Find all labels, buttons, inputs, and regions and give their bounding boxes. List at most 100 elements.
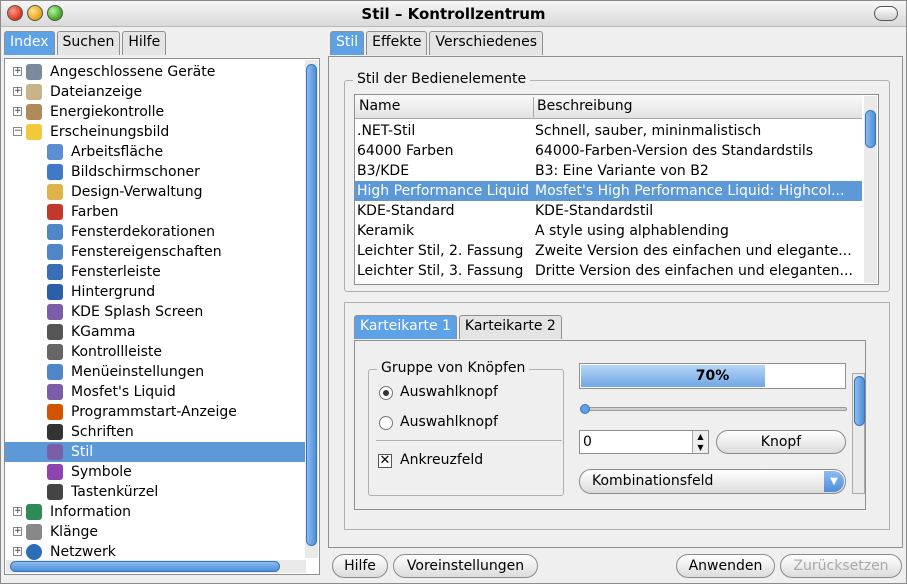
expand-icon[interactable]: + xyxy=(13,547,22,556)
preview-scroll-thumb[interactable] xyxy=(854,376,865,426)
style-description-cell: Schnell, sauber, mininmalistisch xyxy=(535,123,762,139)
knopf-button[interactable]: Knopf xyxy=(716,430,846,454)
tree-item-label: Fensterleiste xyxy=(71,264,161,280)
tree-item[interactable]: Mosfet's Liquid xyxy=(5,382,305,402)
tab-verschiedenes[interactable]: Verschiedenes xyxy=(429,31,543,55)
preview-tab-1[interactable]: Karteikarte 1 xyxy=(354,315,457,339)
tree-hscroll-thumb[interactable] xyxy=(10,561,280,572)
spin-up-icon[interactable]: ▲ xyxy=(693,431,708,442)
combo-box[interactable]: Kombinationsfeld ▼ xyxy=(579,469,846,494)
tree-item[interactable]: + Dateianzeige xyxy=(5,82,305,102)
preview-scrollbar[interactable] xyxy=(852,373,865,494)
preview-tabbar: Karteikarte 1 Karteikarte 2 xyxy=(354,315,562,339)
help-button-label: Hilfe xyxy=(344,558,376,574)
tab-stil[interactable]: Stil xyxy=(330,31,365,55)
column-header-name[interactable]: Name xyxy=(359,98,400,114)
slider-track[interactable] xyxy=(580,404,847,414)
reset-button[interactable]: Zurücksetzen xyxy=(780,554,902,578)
taskbar-gear-icon xyxy=(47,264,63,280)
checkbox[interactable]: ✕ xyxy=(378,454,392,468)
tree-item[interactable]: Schriften xyxy=(5,422,305,442)
style-name-cell: Leichter Stil, 2. Fassung xyxy=(357,243,524,259)
expand-icon[interactable]: + xyxy=(13,87,22,96)
tree-item[interactable]: Arbeitsfläche xyxy=(5,142,305,162)
right-tabbar: Stil Effekte Verschiedenes xyxy=(330,31,543,55)
style-list-row[interactable]: B3/KDE B3: Eine Variante von B2 xyxy=(355,161,862,181)
tree-item-label: Fensterdekorationen xyxy=(71,224,215,240)
expand-icon[interactable]: + xyxy=(13,507,22,516)
style-list-row[interactable]: Leichter Stil, 2. Fassung Zweite Version … xyxy=(355,241,862,261)
column-header-description[interactable]: Beschreibung xyxy=(537,98,633,114)
expand-icon[interactable]: + xyxy=(13,107,22,116)
tree-item-label: Information xyxy=(50,504,132,520)
tree-item[interactable]: Fenstereigenschaften xyxy=(5,242,305,262)
tree-item[interactable]: Fensterdekorationen xyxy=(5,222,305,242)
tree-item-label: Bildschirmschoner xyxy=(71,164,200,180)
spin-box-value[interactable]: 0 xyxy=(583,434,592,450)
module-tree[interactable]: + Angeschlossene Geräte + Dateianzeige + Ener… xyxy=(4,58,320,575)
style-name-cell: KDE-Standard xyxy=(357,203,455,219)
tree-item-label: Dateianzeige xyxy=(50,84,143,100)
tree-item[interactable]: − Erscheinungsbild xyxy=(5,122,305,142)
style-list-row[interactable]: Leichter Stil, 3. Fassung Dritte Version … xyxy=(355,261,862,281)
tree-item[interactable]: Bildschirmschoner xyxy=(5,162,305,182)
radio-button-1[interactable] xyxy=(379,386,393,400)
tree-item[interactable]: + Netzwerk xyxy=(5,542,305,562)
tree-item[interactable]: KGamma xyxy=(5,322,305,342)
tree-vscroll-thumb[interactable] xyxy=(306,64,317,546)
style-icon xyxy=(47,444,63,460)
tree-item[interactable]: Hintergrund xyxy=(5,282,305,302)
tree-item[interactable]: + Angeschlossene Geräte xyxy=(5,62,305,82)
style-list-row[interactable]: .NET-Stil Schnell, sauber, mininmalistisc… xyxy=(355,121,862,141)
style-list-row[interactable]: Keramik A style using alphablending xyxy=(355,221,862,241)
apply-button[interactable]: Anwenden xyxy=(676,554,775,578)
toolbar-toggle-button[interactable] xyxy=(874,6,898,21)
tree-vertical-scrollbar[interactable] xyxy=(305,60,318,558)
tree-item-label: Tastenkürzel xyxy=(71,484,159,500)
tree-item[interactable]: Symbole xyxy=(5,462,305,482)
collapse-icon[interactable]: − xyxy=(13,127,22,136)
screensaver-icon xyxy=(47,164,63,180)
tree-item-label: Stil xyxy=(71,444,94,460)
title-bar[interactable]: Stil – Kontrollzentrum xyxy=(1,1,906,27)
tree-item[interactable]: Fensterleiste xyxy=(5,262,305,282)
tree-item[interactable]: Farben xyxy=(5,202,305,222)
help-button[interactable]: Hilfe xyxy=(332,554,388,578)
slider-handle[interactable] xyxy=(580,404,590,414)
chevron-down-icon[interactable]: ▼ xyxy=(824,471,844,492)
expand-icon[interactable]: + xyxy=(13,527,22,536)
tree-item[interactable]: KDE Splash Screen xyxy=(5,302,305,322)
radio-button-2[interactable] xyxy=(379,416,393,430)
spin-box[interactable]: 0 ▲ ▼ xyxy=(579,430,709,454)
tree-item[interactable]: Stil xyxy=(5,442,305,462)
defaults-button[interactable]: Voreinstellungen xyxy=(393,554,538,578)
style-list-scrollbar[interactable] xyxy=(864,96,877,283)
tree-item[interactable]: + Energiekontrolle xyxy=(5,102,305,122)
spin-box-stepper[interactable]: ▲ ▼ xyxy=(692,431,708,453)
tree-item[interactable]: + Klänge xyxy=(5,522,305,542)
style-list[interactable]: Name Beschreibung .NET-Stil Schnell, saub… xyxy=(354,94,879,285)
menu-icon xyxy=(47,364,63,380)
apply-button-label: Anwenden xyxy=(688,558,763,574)
tree-item-label: Schriften xyxy=(71,424,134,440)
tree-item-label: Fenstereigenschaften xyxy=(71,244,222,260)
tree-item[interactable]: Tastenkürzel xyxy=(5,482,305,502)
preview-tab-2[interactable]: Karteikarte 2 xyxy=(458,315,562,339)
tree-item[interactable]: Menüeinstellungen xyxy=(5,362,305,382)
tree-item[interactable]: Design-Verwaltung xyxy=(5,182,305,202)
style-list-row[interactable]: 64000 Farben 64000-Farben-Version des Sta… xyxy=(355,141,862,161)
column-divider[interactable] xyxy=(533,97,534,117)
style-list-row[interactable]: KDE-Standard KDE-Standardstil xyxy=(355,201,862,221)
tab-hilfe[interactable]: Hilfe xyxy=(122,31,167,55)
tree-item[interactable]: Kontrollleiste xyxy=(5,342,305,362)
style-list-scroll-thumb[interactable] xyxy=(865,110,876,148)
spin-down-icon[interactable]: ▼ xyxy=(693,442,708,453)
tree-item[interactable]: + Information xyxy=(5,502,305,522)
tab-index[interactable]: Index xyxy=(4,31,55,55)
tab-suchen[interactable]: Suchen xyxy=(56,31,121,55)
style-list-row[interactable]: High Performance Liquid Mosfet's High Per… xyxy=(355,181,862,201)
tree-item[interactable]: Programmstart-Anzeige xyxy=(5,402,305,422)
tab-effekte[interactable]: Effekte xyxy=(366,31,428,55)
expand-icon[interactable]: + xyxy=(13,67,22,76)
style-description-cell: Zweite Version des einfachen und elegant… xyxy=(535,243,852,259)
